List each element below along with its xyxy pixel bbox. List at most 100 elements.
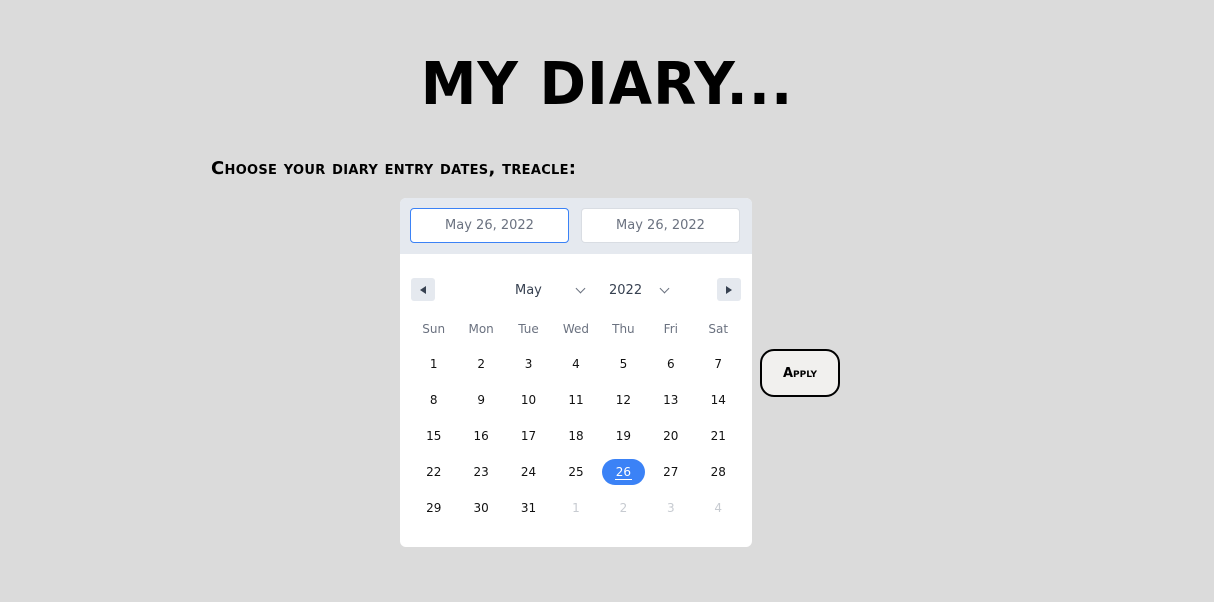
page-title: MY DIARY... xyxy=(420,50,794,119)
calendar-day[interactable]: 31 xyxy=(505,495,552,521)
calendar-week: 15 16 17 18 19 20 21 xyxy=(410,418,742,454)
day-number: 11 xyxy=(568,393,584,407)
day-number: 7 xyxy=(714,357,723,371)
calendar-day[interactable]: 2 xyxy=(457,351,504,377)
day-number: 21 xyxy=(710,429,726,443)
year-select[interactable]: 2022 xyxy=(609,280,670,300)
calendar-day[interactable]: 3 xyxy=(647,495,694,521)
year-select-value: 2022 xyxy=(609,282,643,298)
calendar-day[interactable]: 23 xyxy=(457,459,504,485)
calendar-day[interactable]: 20 xyxy=(647,423,694,449)
calendar-day[interactable]: 3 xyxy=(505,351,552,377)
day-number: 19 xyxy=(615,429,632,443)
apply-button[interactable]: Apply xyxy=(760,349,840,397)
next-month-button[interactable] xyxy=(717,278,741,301)
calendar-day[interactable]: 1 xyxy=(552,495,599,521)
calendar-day[interactable]: 7 xyxy=(695,351,742,377)
prev-month-button[interactable] xyxy=(411,278,435,301)
day-number: 23 xyxy=(473,465,489,479)
calendar-day[interactable]: 24 xyxy=(505,459,552,485)
day-number: 26 xyxy=(615,465,632,479)
day-number: 31 xyxy=(520,501,537,515)
weekday-header: Sun Mon Tue Wed Thu Fri Sat xyxy=(410,322,742,336)
caret-right-icon xyxy=(726,285,732,294)
day-number: 2 xyxy=(619,501,628,515)
day-number: 20 xyxy=(663,429,679,443)
day-number: 16 xyxy=(473,429,489,443)
day-number: 27 xyxy=(663,465,679,479)
calendar-day[interactable]: 21 xyxy=(695,423,742,449)
weekday-label: Mon xyxy=(468,322,494,336)
calendar-grid: 1 2 3 4 5 6 7 8 9 10 11 12 13 14 15 16 17 18 19 20 21 22 23 24 2… xyxy=(410,346,742,526)
day-number: 30 xyxy=(473,501,489,515)
today-underline xyxy=(614,478,632,480)
weekday-label: Thu xyxy=(612,322,635,336)
calendar-day[interactable]: 4 xyxy=(695,495,742,521)
calendar-day-selected[interactable]: 26 xyxy=(600,459,647,485)
month-select[interactable]: May xyxy=(515,280,586,300)
calendar-day[interactable]: 8 xyxy=(410,387,457,413)
day-number: 1 xyxy=(572,501,580,515)
day-number: 22 xyxy=(426,465,442,479)
day-number: 29 xyxy=(426,501,442,515)
calendar-week: 29 30 31 1 2 3 4 xyxy=(410,490,742,526)
calendar-day[interactable]: 11 xyxy=(552,387,599,413)
day-number: 12 xyxy=(615,393,632,407)
calendar-day[interactable]: 10 xyxy=(505,387,552,413)
day-number: 4 xyxy=(572,357,580,371)
calendar-day[interactable]: 15 xyxy=(410,423,457,449)
end-date-input[interactable] xyxy=(581,208,740,243)
calendar-day[interactable]: 27 xyxy=(647,459,694,485)
calendar-day[interactable]: 14 xyxy=(695,387,742,413)
calendar-day[interactable]: 13 xyxy=(647,387,694,413)
day-number: 6 xyxy=(667,357,675,371)
day-number: 14 xyxy=(710,393,726,407)
calendar-day[interactable]: 2 xyxy=(600,495,647,521)
calendar-day[interactable]: 29 xyxy=(410,495,457,521)
day-number: 8 xyxy=(429,393,438,407)
date-prompt: Choose your diary entry dates, treacle: xyxy=(211,158,577,179)
calendar-week: 22 23 24 25 26 27 28 xyxy=(410,454,742,490)
calendar-day[interactable]: 16 xyxy=(457,423,504,449)
day-number: 25 xyxy=(568,465,584,479)
calendar-day[interactable]: 4 xyxy=(552,351,599,377)
calendar-day[interactable]: 28 xyxy=(695,459,742,485)
calendar-day[interactable]: 18 xyxy=(552,423,599,449)
calendar-day[interactable]: 22 xyxy=(410,459,457,485)
day-number: 2 xyxy=(477,357,485,371)
calendar-day[interactable]: 25 xyxy=(552,459,599,485)
calendar-day[interactable]: 1 xyxy=(410,351,457,377)
calendar-week: 8 9 10 11 12 13 14 xyxy=(410,382,742,418)
day-number: 10 xyxy=(520,393,537,407)
day-number: 3 xyxy=(524,357,533,371)
day-number: 18 xyxy=(568,429,584,443)
day-number: 15 xyxy=(426,429,442,443)
calendar-week: 1 2 3 4 5 6 7 xyxy=(410,346,742,382)
day-number: 4 xyxy=(714,501,723,515)
day-number: 24 xyxy=(520,465,537,479)
date-inputs-bar xyxy=(400,198,752,254)
calendar-day[interactable]: 6 xyxy=(647,351,694,377)
day-number: 3 xyxy=(667,501,675,515)
date-range-picker: May 2022 Sun Mon Tue Wed Thu Fri Sat 123… xyxy=(400,198,752,547)
day-number: 1 xyxy=(429,357,438,371)
calendar-day[interactable]: 9 xyxy=(457,387,504,413)
day-number: 28 xyxy=(710,465,726,479)
month-select-value: May xyxy=(515,282,542,298)
caret-left-icon xyxy=(420,285,426,294)
calendar-day[interactable]: 30 xyxy=(457,495,504,521)
calendar-day[interactable]: 19 xyxy=(600,423,647,449)
day-number: 17 xyxy=(520,429,537,443)
weekday-label: Wed xyxy=(562,322,590,336)
calendar-day[interactable]: 5 xyxy=(600,351,647,377)
chevron-down-icon xyxy=(575,283,586,293)
day-number: 9 xyxy=(477,393,485,407)
day-number: 5 xyxy=(619,357,628,371)
calendar-day[interactable]: 12 xyxy=(600,387,647,413)
calendar-day[interactable]: 17 xyxy=(505,423,552,449)
weekday-label: Sat xyxy=(708,322,729,336)
weekday-label: Fri xyxy=(663,322,678,336)
weekday-label: Sun xyxy=(422,322,446,336)
start-date-input[interactable] xyxy=(410,208,569,243)
day-number: 13 xyxy=(663,393,679,407)
